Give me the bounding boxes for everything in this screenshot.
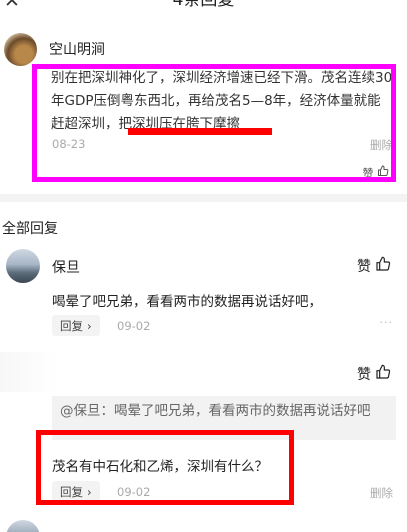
more-options-icon[interactable]: ··· xyxy=(380,316,394,329)
all-replies-heading: 全部回复 xyxy=(2,221,58,237)
thumbs-up-icon xyxy=(375,364,391,384)
quoted-reply-text: @保旦：喝晕了吧兄弟，看看两市的数据再说话好吧 xyxy=(60,403,371,419)
reply-text: 喝晕了吧兄弟，看看两市的数据再说话好吧， xyxy=(52,294,322,310)
chevron-right-icon: › xyxy=(87,318,92,333)
blurred-avatar-area xyxy=(0,352,60,392)
like-label: 赞 xyxy=(357,259,371,275)
page-title: 4条回复 xyxy=(172,0,235,10)
like-button[interactable]: 赞 xyxy=(357,364,391,384)
highlight-box-magenta xyxy=(32,64,396,182)
delete-button[interactable]: 删除 xyxy=(370,485,393,501)
avatar[interactable] xyxy=(6,249,40,283)
reply-button[interactable]: 回复 › xyxy=(52,315,100,336)
top-bar: ✕ 4条回复 xyxy=(0,0,407,14)
reply-username[interactable]: 保旦 xyxy=(52,257,80,277)
avatar[interactable] xyxy=(6,520,40,532)
reply-date: 09-02 xyxy=(117,319,151,333)
section-divider xyxy=(0,194,407,202)
thumbs-up-icon xyxy=(375,256,391,276)
highlight-box-red xyxy=(36,430,294,505)
highlight-underline-red xyxy=(128,128,272,135)
reply-label: 回复 xyxy=(60,318,83,333)
like-label: 赞 xyxy=(357,367,371,383)
like-button[interactable]: 赞 xyxy=(357,256,391,276)
avatar[interactable] xyxy=(4,33,37,66)
original-username[interactable]: 空山明涧 xyxy=(49,39,105,59)
